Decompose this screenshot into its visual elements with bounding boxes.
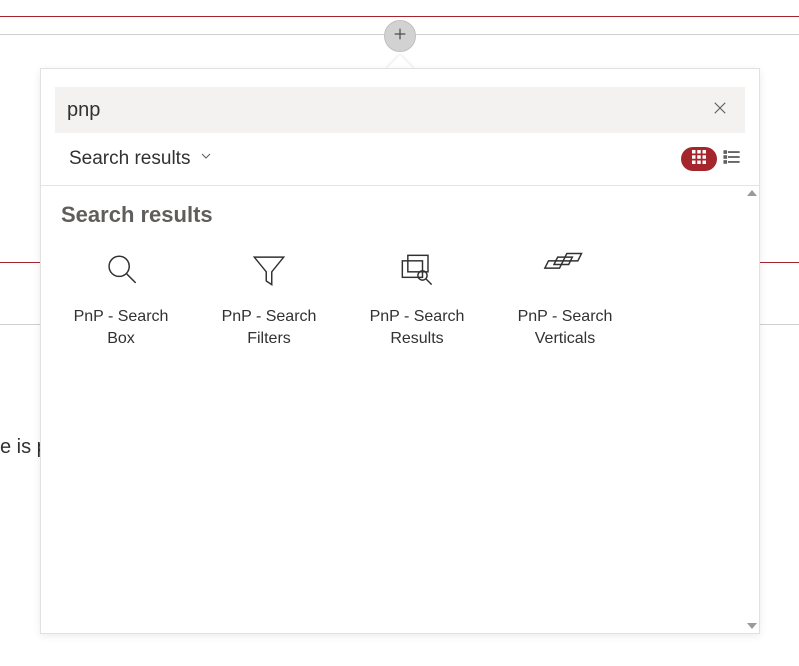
search-icon bbox=[61, 246, 181, 294]
list-view-button[interactable] bbox=[723, 148, 741, 171]
chevron-down-icon bbox=[198, 148, 214, 170]
results-area: Search results PnP - Search Box PnP - Se… bbox=[41, 185, 759, 633]
webpart-grid: PnP - Search Box PnP - Search Filters bbox=[61, 246, 739, 349]
filter-icon bbox=[209, 246, 329, 294]
category-label: Search results bbox=[69, 148, 190, 170]
callout-caret bbox=[386, 55, 414, 69]
clear-search-button[interactable] bbox=[707, 95, 733, 126]
close-icon bbox=[711, 104, 729, 121]
list-icon bbox=[723, 148, 741, 171]
view-toggle bbox=[681, 147, 741, 171]
grid-view-button[interactable] bbox=[681, 147, 717, 171]
webpart-label: PnP - Search Box bbox=[61, 306, 181, 349]
divider-line bbox=[0, 16, 799, 17]
webpart-card-pnp-search-results[interactable]: PnP - Search Results bbox=[357, 246, 477, 349]
webpart-card-pnp-search-filters[interactable]: PnP - Search Filters bbox=[209, 246, 329, 349]
webpart-label: PnP - Search Results bbox=[357, 306, 477, 349]
plus-icon bbox=[392, 26, 408, 47]
search-row bbox=[55, 87, 745, 133]
search-input[interactable] bbox=[67, 99, 707, 122]
filter-row: Search results bbox=[41, 133, 759, 185]
webpart-label: PnP - Search Verticals bbox=[505, 306, 625, 349]
webpart-card-pnp-search-box[interactable]: PnP - Search Box bbox=[61, 246, 181, 349]
verticals-icon bbox=[505, 246, 625, 294]
category-dropdown[interactable]: Search results bbox=[69, 148, 214, 170]
add-webpart-button[interactable] bbox=[384, 20, 416, 52]
webpart-label: PnP - Search Filters bbox=[209, 306, 329, 349]
scroll-down-caret[interactable] bbox=[747, 623, 757, 629]
scroll-up-caret[interactable] bbox=[747, 190, 757, 196]
grid-icon bbox=[692, 150, 706, 169]
webpart-card-pnp-search-verticals[interactable]: PnP - Search Verticals bbox=[505, 246, 625, 349]
results-icon bbox=[357, 246, 477, 294]
webpart-picker-panel: Search results Search results bbox=[40, 68, 760, 634]
results-heading: Search results bbox=[61, 202, 739, 228]
